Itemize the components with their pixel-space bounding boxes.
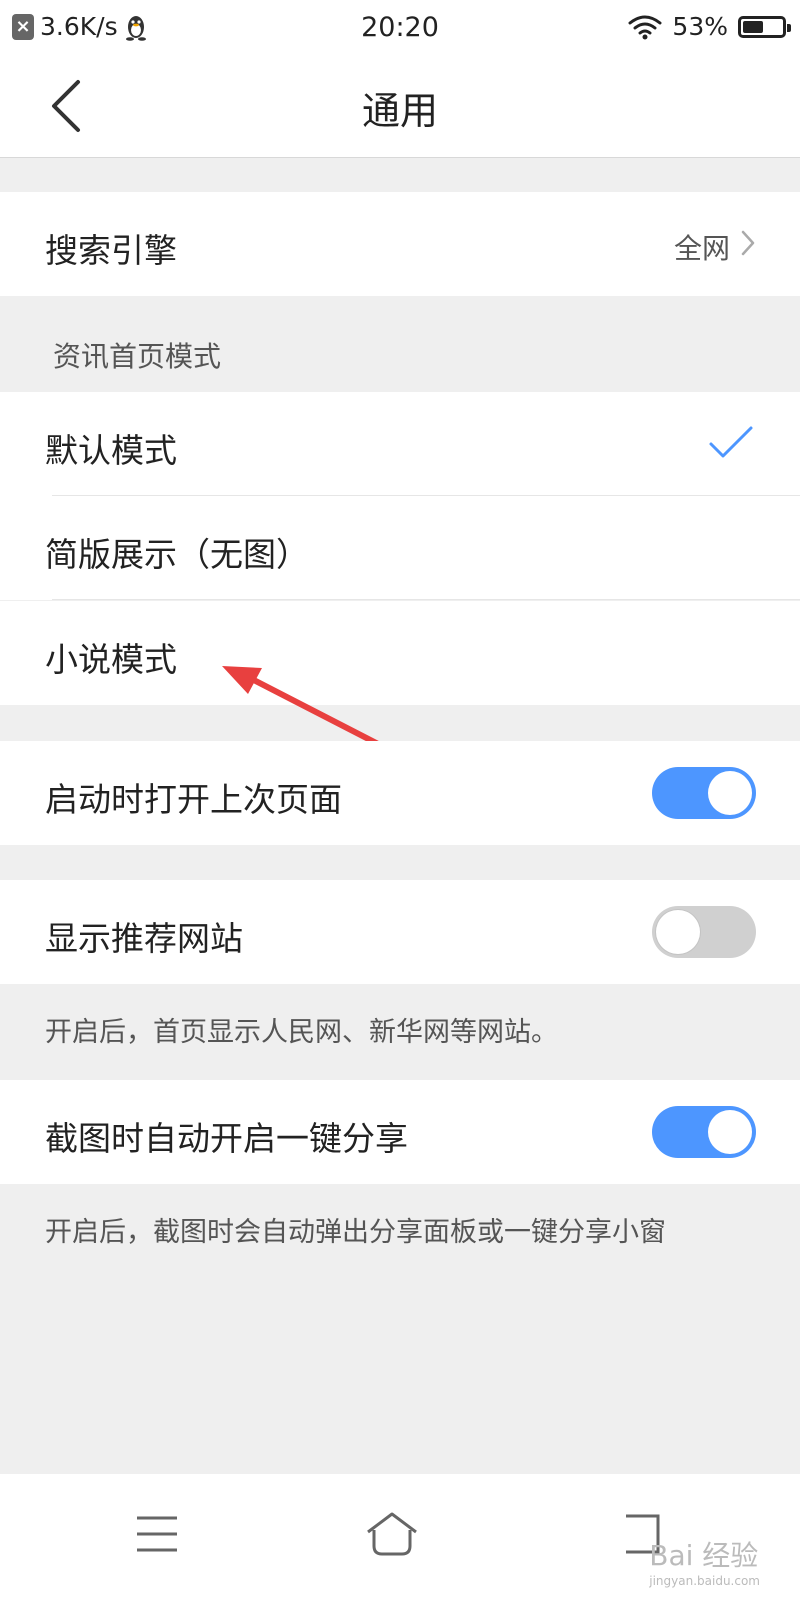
- checkmark-icon: [709, 426, 753, 458]
- show-recommended-sites-label: 显示推荐网站: [45, 919, 243, 958]
- chevron-right-icon: [741, 230, 755, 256]
- mode-option-default[interactable]: 默认模式: [0, 392, 800, 496]
- bottom-nav-bar: Bai 经验 jingyan.baidu.com: [0, 1474, 800, 1600]
- open-last-page-toggle[interactable]: [652, 767, 756, 819]
- home-icon[interactable]: [362, 1504, 422, 1564]
- search-engine-value: 全网: [673, 232, 730, 265]
- toggle-knob: [708, 1110, 752, 1154]
- news-mode-section-label: 资讯首页模式: [53, 340, 222, 373]
- open-last-page-label: 启动时打开上次页面: [45, 780, 342, 819]
- toggle-knob: [656, 910, 700, 954]
- mode-option-label: 简版展示（无图）: [45, 535, 309, 574]
- mode-option-label: 默认模式: [45, 431, 177, 470]
- show-recommended-sites-hint: 开启后，首页显示人民网、新华网等网站。: [45, 1017, 558, 1048]
- mode-option-simple[interactable]: 简版展示（无图）: [0, 496, 800, 600]
- title-bar: 通用: [0, 54, 800, 158]
- status-right: 53%: [628, 12, 791, 41]
- search-engine-row[interactable]: 搜索引擎 全网: [0, 192, 800, 296]
- watermark-text: Bai 经验: [649, 1539, 759, 1572]
- battery-fill: [743, 20, 763, 33]
- battery-percent: 53%: [672, 12, 728, 41]
- watermark-sub: jingyan.baidu.com: [649, 1574, 760, 1588]
- mode-option-novel[interactable]: 小说模式: [0, 601, 800, 705]
- page-title: 通用: [361, 89, 438, 133]
- search-engine-label: 搜索引擎: [45, 231, 177, 270]
- mode-option-label: 小说模式: [45, 640, 177, 679]
- open-last-page-row: 启动时打开上次页面: [0, 741, 800, 845]
- divider: [52, 599, 800, 600]
- screenshot-share-row: 截图时自动开启一键分享: [0, 1080, 800, 1184]
- annotation-arrow-icon: [222, 666, 385, 749]
- status-bar: × 3.6K/s 20:20 53%: [0, 0, 800, 54]
- screenshot-share-hint: 开启后，截图时会自动弹出分享面板或一键分享小窗: [45, 1217, 666, 1248]
- screenshot-share-toggle[interactable]: [652, 1106, 756, 1158]
- show-recommended-sites-toggle[interactable]: [652, 906, 756, 958]
- battery-icon: [738, 15, 791, 38]
- watermark: Bai 经验 jingyan.baidu.com: [649, 1534, 760, 1588]
- wifi-icon: [628, 15, 662, 39]
- screenshot-share-label: 截图时自动开启一键分享: [45, 1119, 408, 1158]
- show-recommended-sites-row: 显示推荐网站: [0, 880, 800, 984]
- battery-tip: [787, 23, 791, 32]
- menu-icon[interactable]: [127, 1504, 187, 1564]
- toggle-knob: [708, 771, 752, 815]
